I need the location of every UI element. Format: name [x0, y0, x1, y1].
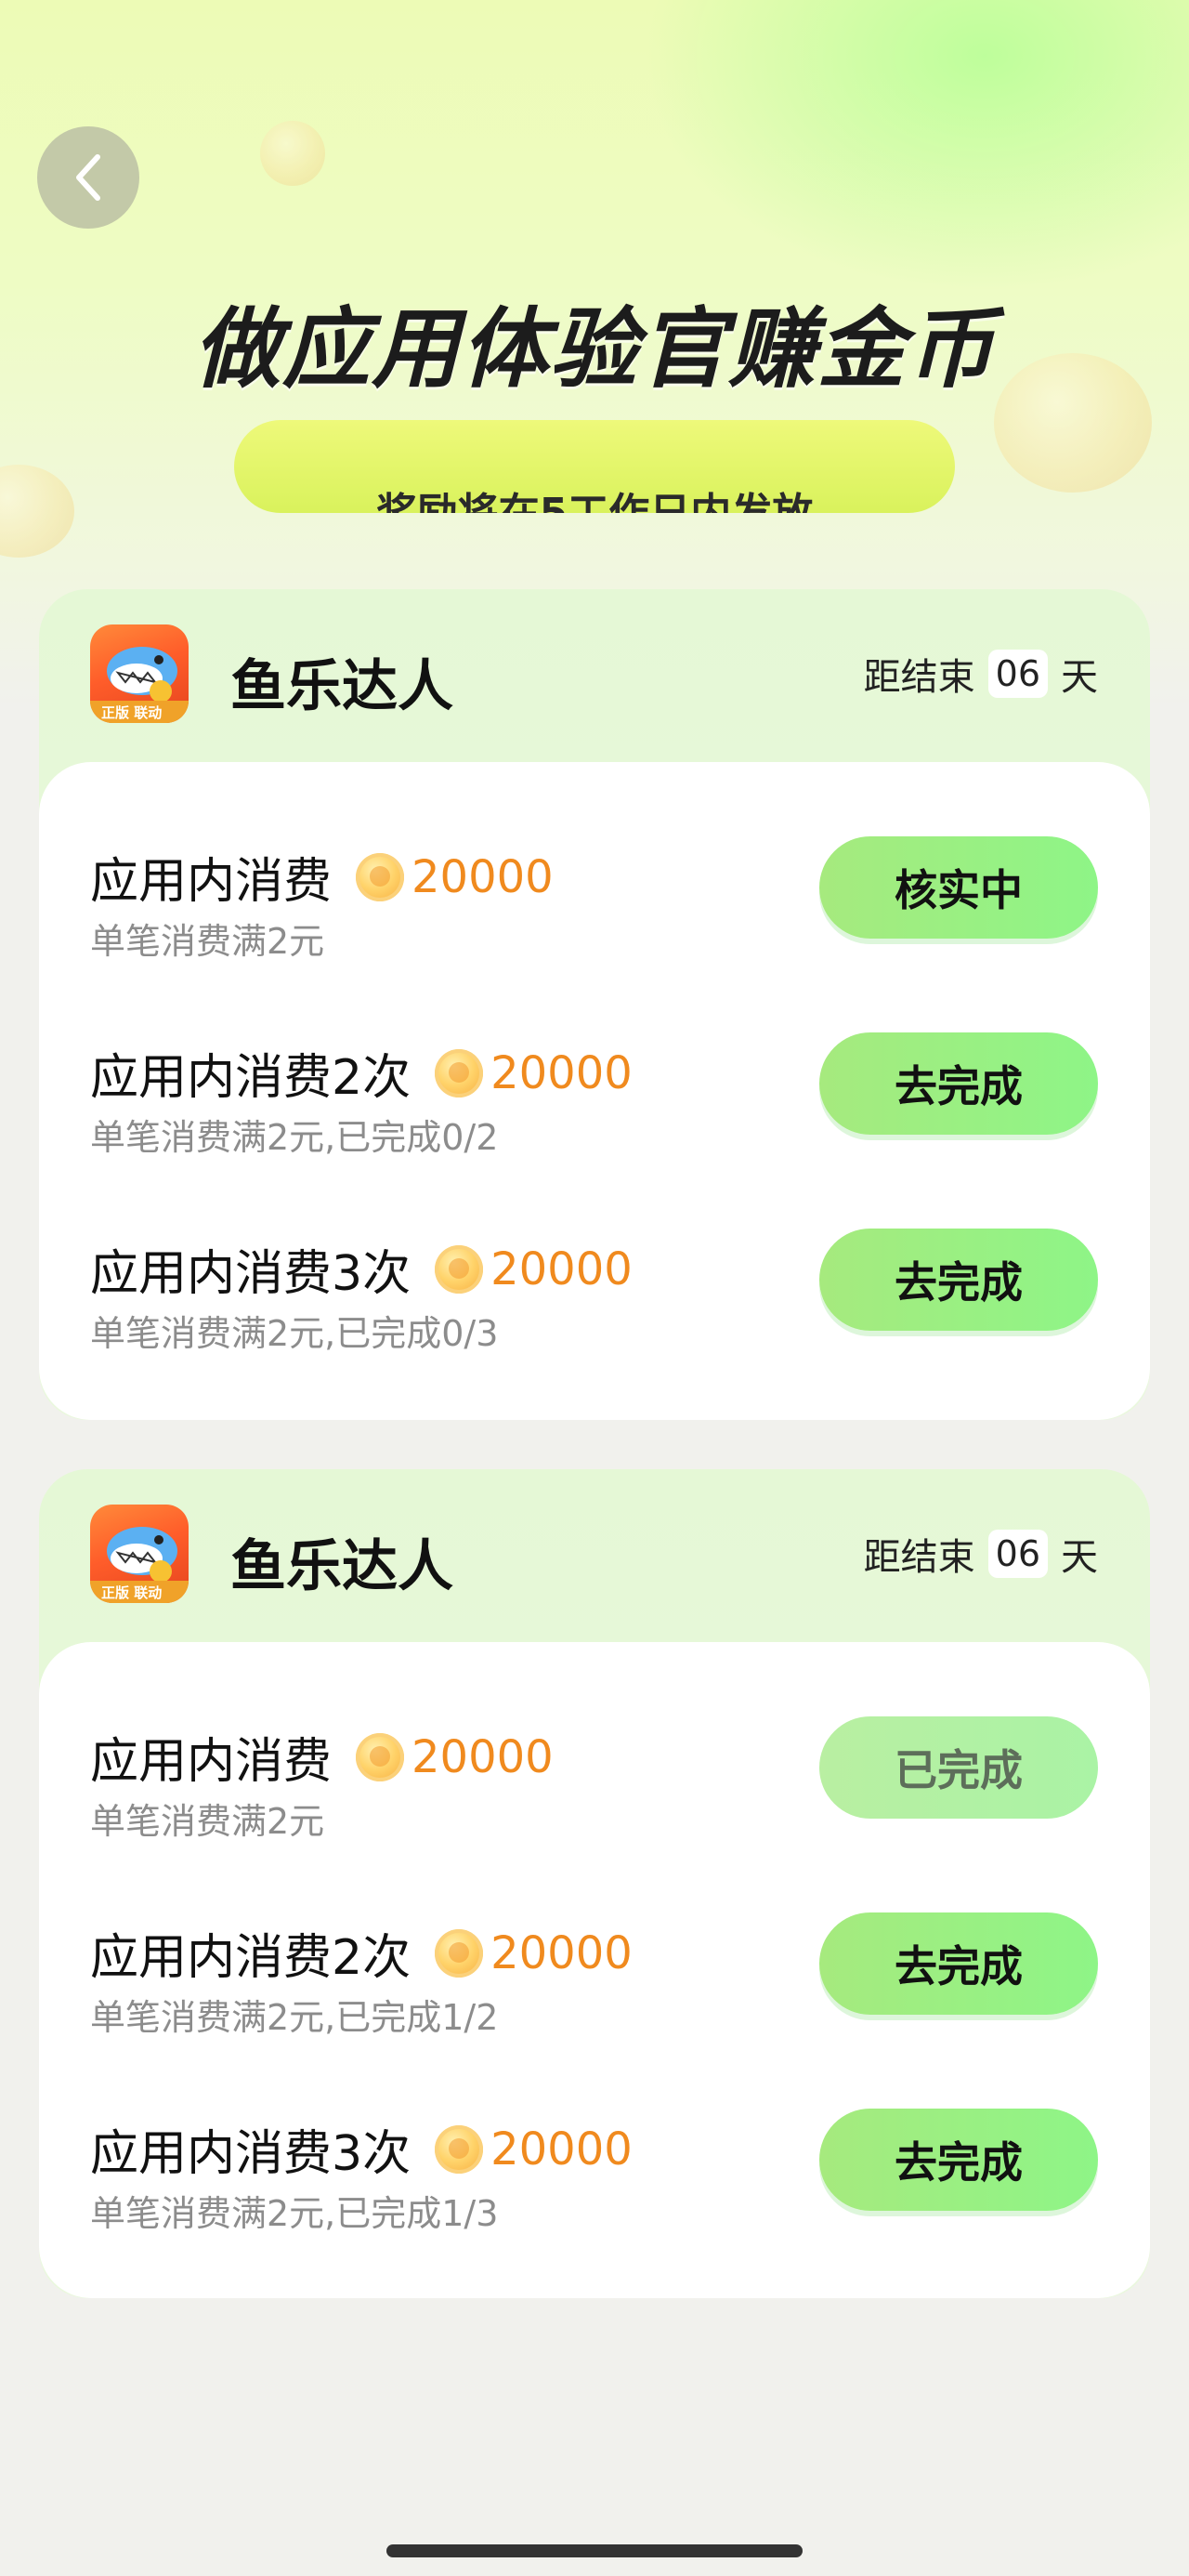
- task-action-button[interactable]: 去完成: [819, 1912, 1098, 2015]
- coin-icon: [356, 852, 405, 901]
- task-item: 应用内消费3次 20000 单笔消费满2元,已完成0/3 去完成: [90, 1229, 1098, 1368]
- task-action-button[interactable]: 去完成: [819, 1229, 1098, 1331]
- task-title: 应用内消费2次: [90, 1930, 412, 1986]
- task-list: 应用内消费 20000 单笔消费满2元 已完成 应用内消费2次 20000 单笔…: [39, 1642, 1150, 2298]
- task-reward: 20000: [490, 1046, 633, 1099]
- back-button[interactable]: [37, 126, 139, 229]
- task-title: 应用内消费3次: [90, 1246, 412, 1302]
- coin-icon: [435, 1244, 484, 1294]
- task-subtitle: 单笔消费满2元,已完成1/3: [90, 2193, 499, 2234]
- task-action-button[interactable]: 核实中: [819, 836, 1098, 939]
- app-task-card: 正版 联动 鱼乐达人 距结束 06 天 应用内消费 20000 单笔消费满2元 …: [39, 589, 1150, 1420]
- task-title: 应用内消费3次: [90, 2126, 412, 2182]
- task-subtitle: 单笔消费满2元,已完成0/3: [90, 1313, 499, 1354]
- task-item: 应用内消费3次 20000 单笔消费满2元,已完成1/3 去完成: [90, 2109, 1098, 2248]
- app-name: 鱼乐达人: [230, 654, 453, 719]
- countdown-prefix: 距结束: [863, 656, 975, 699]
- task-reward: 20000: [490, 1242, 633, 1295]
- task-reward: 20000: [412, 1730, 554, 1783]
- svg-text:正版 联动: 正版 联动: [101, 1584, 162, 1601]
- task-reward: 20000: [412, 850, 554, 903]
- task-title: 应用内消费: [90, 854, 333, 910]
- svg-text:正版 联动: 正版 联动: [101, 704, 162, 721]
- coin-icon: [435, 1048, 484, 1097]
- task-subtitle: 单笔消费满2元,已完成1/2: [90, 1997, 499, 2038]
- card-header: 正版 联动 鱼乐达人 距结束 06 天: [39, 589, 1150, 762]
- task-item: 应用内消费2次 20000 单笔消费满2元,已完成1/2 去完成: [90, 1912, 1098, 2052]
- task-subtitle: 单笔消费满2元: [90, 921, 325, 962]
- notice-text: 奖励将在5工作日内发放: [234, 480, 955, 513]
- coin-icon: [356, 1732, 405, 1781]
- countdown-prefix: 距结束: [863, 1536, 975, 1579]
- chevron-left-icon: [76, 154, 100, 201]
- countdown-days: 06: [987, 1530, 1048, 1578]
- app-icon: 正版 联动: [90, 624, 189, 723]
- home-indicator[interactable]: [386, 2544, 803, 2557]
- task-title: 应用内消费2次: [90, 1050, 412, 1106]
- page-title: 做应用体验官赚金币: [192, 299, 996, 401]
- task-reward: 20000: [490, 2123, 633, 2175]
- app-task-card: 正版 联动 鱼乐达人 距结束 06 天 应用内消费 20000 单笔消费满2元 …: [39, 1469, 1150, 2298]
- task-subtitle: 单笔消费满2元: [90, 1801, 325, 1842]
- task-item: 应用内消费 20000 单笔消费满2元 已完成: [90, 1716, 1098, 1856]
- decorative-coin: [260, 121, 325, 186]
- coin-icon: [435, 2124, 484, 2174]
- coin-icon: [435, 1928, 484, 1978]
- app-name: 鱼乐达人: [230, 1534, 453, 1599]
- card-header: 正版 联动 鱼乐达人 距结束 06 天: [39, 1469, 1150, 1642]
- task-list: 应用内消费 20000 单笔消费满2元 核实中 应用内消费2次 20000 单笔…: [39, 762, 1150, 1420]
- task-subtitle: 单笔消费满2元,已完成0/2: [90, 1117, 499, 1158]
- task-item: 应用内消费 20000 单笔消费满2元 核实中: [90, 836, 1098, 976]
- task-item: 应用内消费2次 20000 单笔消费满2元,已完成0/2 去完成: [90, 1032, 1098, 1172]
- app-icon: 正版 联动: [90, 1505, 189, 1603]
- task-reward: 20000: [490, 1926, 633, 1979]
- task-action-button[interactable]: 已完成: [819, 1716, 1098, 1819]
- countdown-unit: 天: [1061, 656, 1098, 699]
- task-action-button[interactable]: 去完成: [819, 2109, 1098, 2211]
- countdown: 距结束 06 天: [864, 1527, 1098, 1581]
- task-action-button[interactable]: 去完成: [819, 1032, 1098, 1135]
- countdown-unit: 天: [1061, 1536, 1098, 1579]
- countdown: 距结束 06 天: [864, 647, 1098, 701]
- task-title: 应用内消费: [90, 1734, 333, 1790]
- countdown-days: 06: [987, 650, 1048, 698]
- notice-banner: 奖励将在5工作日内发放: [234, 420, 955, 513]
